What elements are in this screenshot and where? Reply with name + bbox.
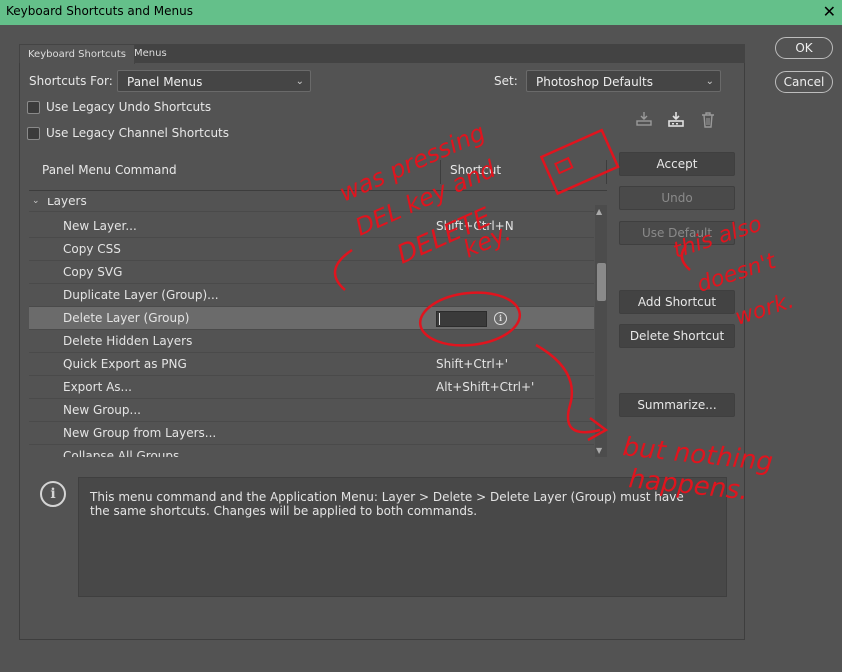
scrollbar-thumb[interactable] bbox=[597, 263, 606, 301]
info-text: This menu command and the Application Me… bbox=[90, 490, 684, 518]
save-as-set-icon[interactable] bbox=[666, 111, 686, 131]
shortcut-input[interactable] bbox=[436, 311, 487, 327]
cancel-button[interactable]: Cancel bbox=[775, 71, 833, 93]
set-value: Photoshop Defaults bbox=[536, 75, 653, 89]
command-name: Copy SVG bbox=[63, 265, 123, 279]
window-title: Keyboard Shortcuts and Menus bbox=[6, 4, 193, 18]
tab-keyboard-shortcuts[interactable]: Keyboard Shortcuts bbox=[19, 44, 135, 64]
scroll-up-icon[interactable]: ▲ bbox=[596, 207, 602, 216]
table-row[interactable]: Export As... Alt+Shift+Ctrl+' bbox=[29, 376, 594, 399]
table-row[interactable]: Collapse All Groups bbox=[29, 445, 594, 457]
column-shortcut-header: Shortcut bbox=[450, 163, 502, 177]
table-row[interactable]: Quick Export as PNG Shift+Ctrl+' bbox=[29, 353, 594, 376]
legacy-channel-checkbox[interactable] bbox=[27, 127, 40, 140]
column-divider-right bbox=[606, 160, 607, 184]
legacy-channel-label: Use Legacy Channel Shortcuts bbox=[46, 126, 230, 140]
command-name: Collapse All Groups bbox=[63, 449, 180, 457]
use-default-button[interactable]: Use Default bbox=[619, 221, 735, 245]
command-name: New Layer... bbox=[63, 219, 137, 233]
chevron-down-icon: ⌄ bbox=[295, 76, 304, 87]
scroll-down-icon[interactable]: ▼ bbox=[596, 446, 602, 455]
set-label: Set: bbox=[494, 74, 518, 88]
command-name: Export As... bbox=[63, 380, 132, 394]
shortcuts-for-select[interactable]: Panel Menus ⌄ bbox=[117, 70, 311, 92]
command-name: Delete Layer (Group) bbox=[63, 311, 190, 325]
column-divider[interactable] bbox=[440, 160, 441, 184]
chevron-down-icon: ⌄ bbox=[705, 76, 714, 87]
close-icon[interactable]: ✕ bbox=[823, 2, 836, 21]
legacy-undo-checkbox[interactable] bbox=[27, 101, 40, 114]
chevron-down-icon[interactable]: ⌄ bbox=[32, 198, 40, 206]
table-row[interactable]: Copy SVG bbox=[29, 261, 594, 284]
trash-icon[interactable] bbox=[698, 111, 718, 131]
trash-svg bbox=[702, 112, 714, 128]
group-row-layers[interactable]: ⌄ Layers bbox=[29, 198, 594, 212]
column-command-header: Panel Menu Command bbox=[42, 163, 177, 177]
shortcut-value: Alt+Shift+Ctrl+' bbox=[436, 380, 535, 394]
shortcut-value: Shift+Ctrl+' bbox=[436, 357, 509, 371]
set-select[interactable]: Photoshop Defaults ⌄ bbox=[526, 70, 721, 92]
title-bar: Keyboard Shortcuts and Menus ✕ bbox=[0, 0, 842, 25]
ok-button[interactable]: OK bbox=[775, 37, 833, 59]
table-row[interactable]: Delete Hidden Layers bbox=[29, 330, 594, 353]
tab-menus[interactable]: Menus bbox=[126, 44, 175, 63]
command-name: New Group... bbox=[63, 403, 141, 417]
table-header: Panel Menu Command Shortcut bbox=[29, 152, 607, 191]
table-row[interactable]: New Group... bbox=[29, 399, 594, 422]
undo-button[interactable]: Undo bbox=[619, 186, 735, 210]
shortcut-list: ⌄ Layers New Layer... Shift+Ctrl+N Copy C… bbox=[29, 198, 594, 457]
command-name: Quick Export as PNG bbox=[63, 357, 187, 371]
info-icon: i bbox=[40, 481, 66, 507]
command-name: Copy CSS bbox=[63, 242, 121, 256]
save-as-set-svg bbox=[668, 112, 684, 127]
legacy-undo-label: Use Legacy Undo Shortcuts bbox=[46, 100, 212, 114]
delete-shortcut-button[interactable]: Delete Shortcut bbox=[619, 324, 735, 348]
table-row-selected[interactable]: Delete Layer (Group) bbox=[29, 307, 594, 330]
accept-button[interactable]: Accept bbox=[619, 152, 735, 176]
tab-strip: Keyboard Shortcuts Menus bbox=[19, 44, 745, 64]
save-set-icon[interactable] bbox=[634, 111, 654, 131]
table-row[interactable]: New Layer... Shift+Ctrl+N bbox=[29, 215, 594, 238]
table-row[interactable]: Duplicate Layer (Group)... bbox=[29, 284, 594, 307]
list-scrollbar[interactable]: ▲ ▼ bbox=[595, 205, 607, 457]
command-name: Duplicate Layer (Group)... bbox=[63, 288, 219, 302]
summarize-button[interactable]: Summarize... bbox=[619, 393, 735, 417]
command-name: Delete Hidden Layers bbox=[63, 334, 193, 348]
text-caret bbox=[439, 313, 440, 325]
command-name: New Group from Layers... bbox=[63, 426, 217, 440]
shortcuts-for-label: Shortcuts For: bbox=[29, 74, 113, 88]
add-shortcut-button[interactable]: Add Shortcut bbox=[619, 290, 735, 314]
save-set-svg bbox=[636, 112, 652, 126]
table-row[interactable]: New Group from Layers... bbox=[29, 422, 594, 445]
shortcut-value: Shift+Ctrl+N bbox=[436, 219, 514, 233]
info-icon[interactable]: i bbox=[494, 312, 507, 325]
shortcuts-for-value: Panel Menus bbox=[127, 75, 203, 89]
table-row[interactable]: Copy CSS bbox=[29, 238, 594, 261]
group-label: Layers bbox=[47, 198, 87, 208]
